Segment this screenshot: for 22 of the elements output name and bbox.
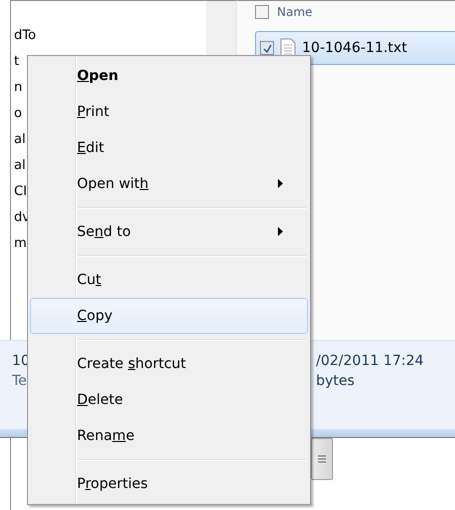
file-name: 10-1046-11.txt [302,40,408,56]
column-header[interactable]: Name [277,5,312,19]
header-checkbox[interactable] [255,5,269,19]
file-row[interactable]: 10-1046-11.txt [255,31,455,65]
file-checkbox[interactable] [260,41,274,55]
menu-item[interactable]: Rename [30,418,308,454]
scrollbar-thumb[interactable] [311,438,333,480]
menu-item[interactable]: Cut [30,262,308,298]
menu-item[interactable]: Copy [30,298,308,334]
menu-item[interactable]: Properties [30,466,308,502]
modified-date: /02/2011 17:24 [316,353,425,369]
menu-item[interactable]: Open with [30,166,308,202]
submenu-arrow-icon [278,179,283,188]
menu-item[interactable]: Create shortcut [30,346,308,382]
menu-item[interactable]: Edit [30,130,308,166]
menu-item[interactable]: Print [30,94,308,130]
folder-list-item[interactable]: dTo [11,23,206,49]
file-size: bytes [316,373,356,389]
menu-item[interactable]: Delete [30,382,308,418]
details-text: Te [12,373,28,389]
menu-item[interactable]: Send to [30,214,308,250]
submenu-arrow-icon [278,227,283,236]
